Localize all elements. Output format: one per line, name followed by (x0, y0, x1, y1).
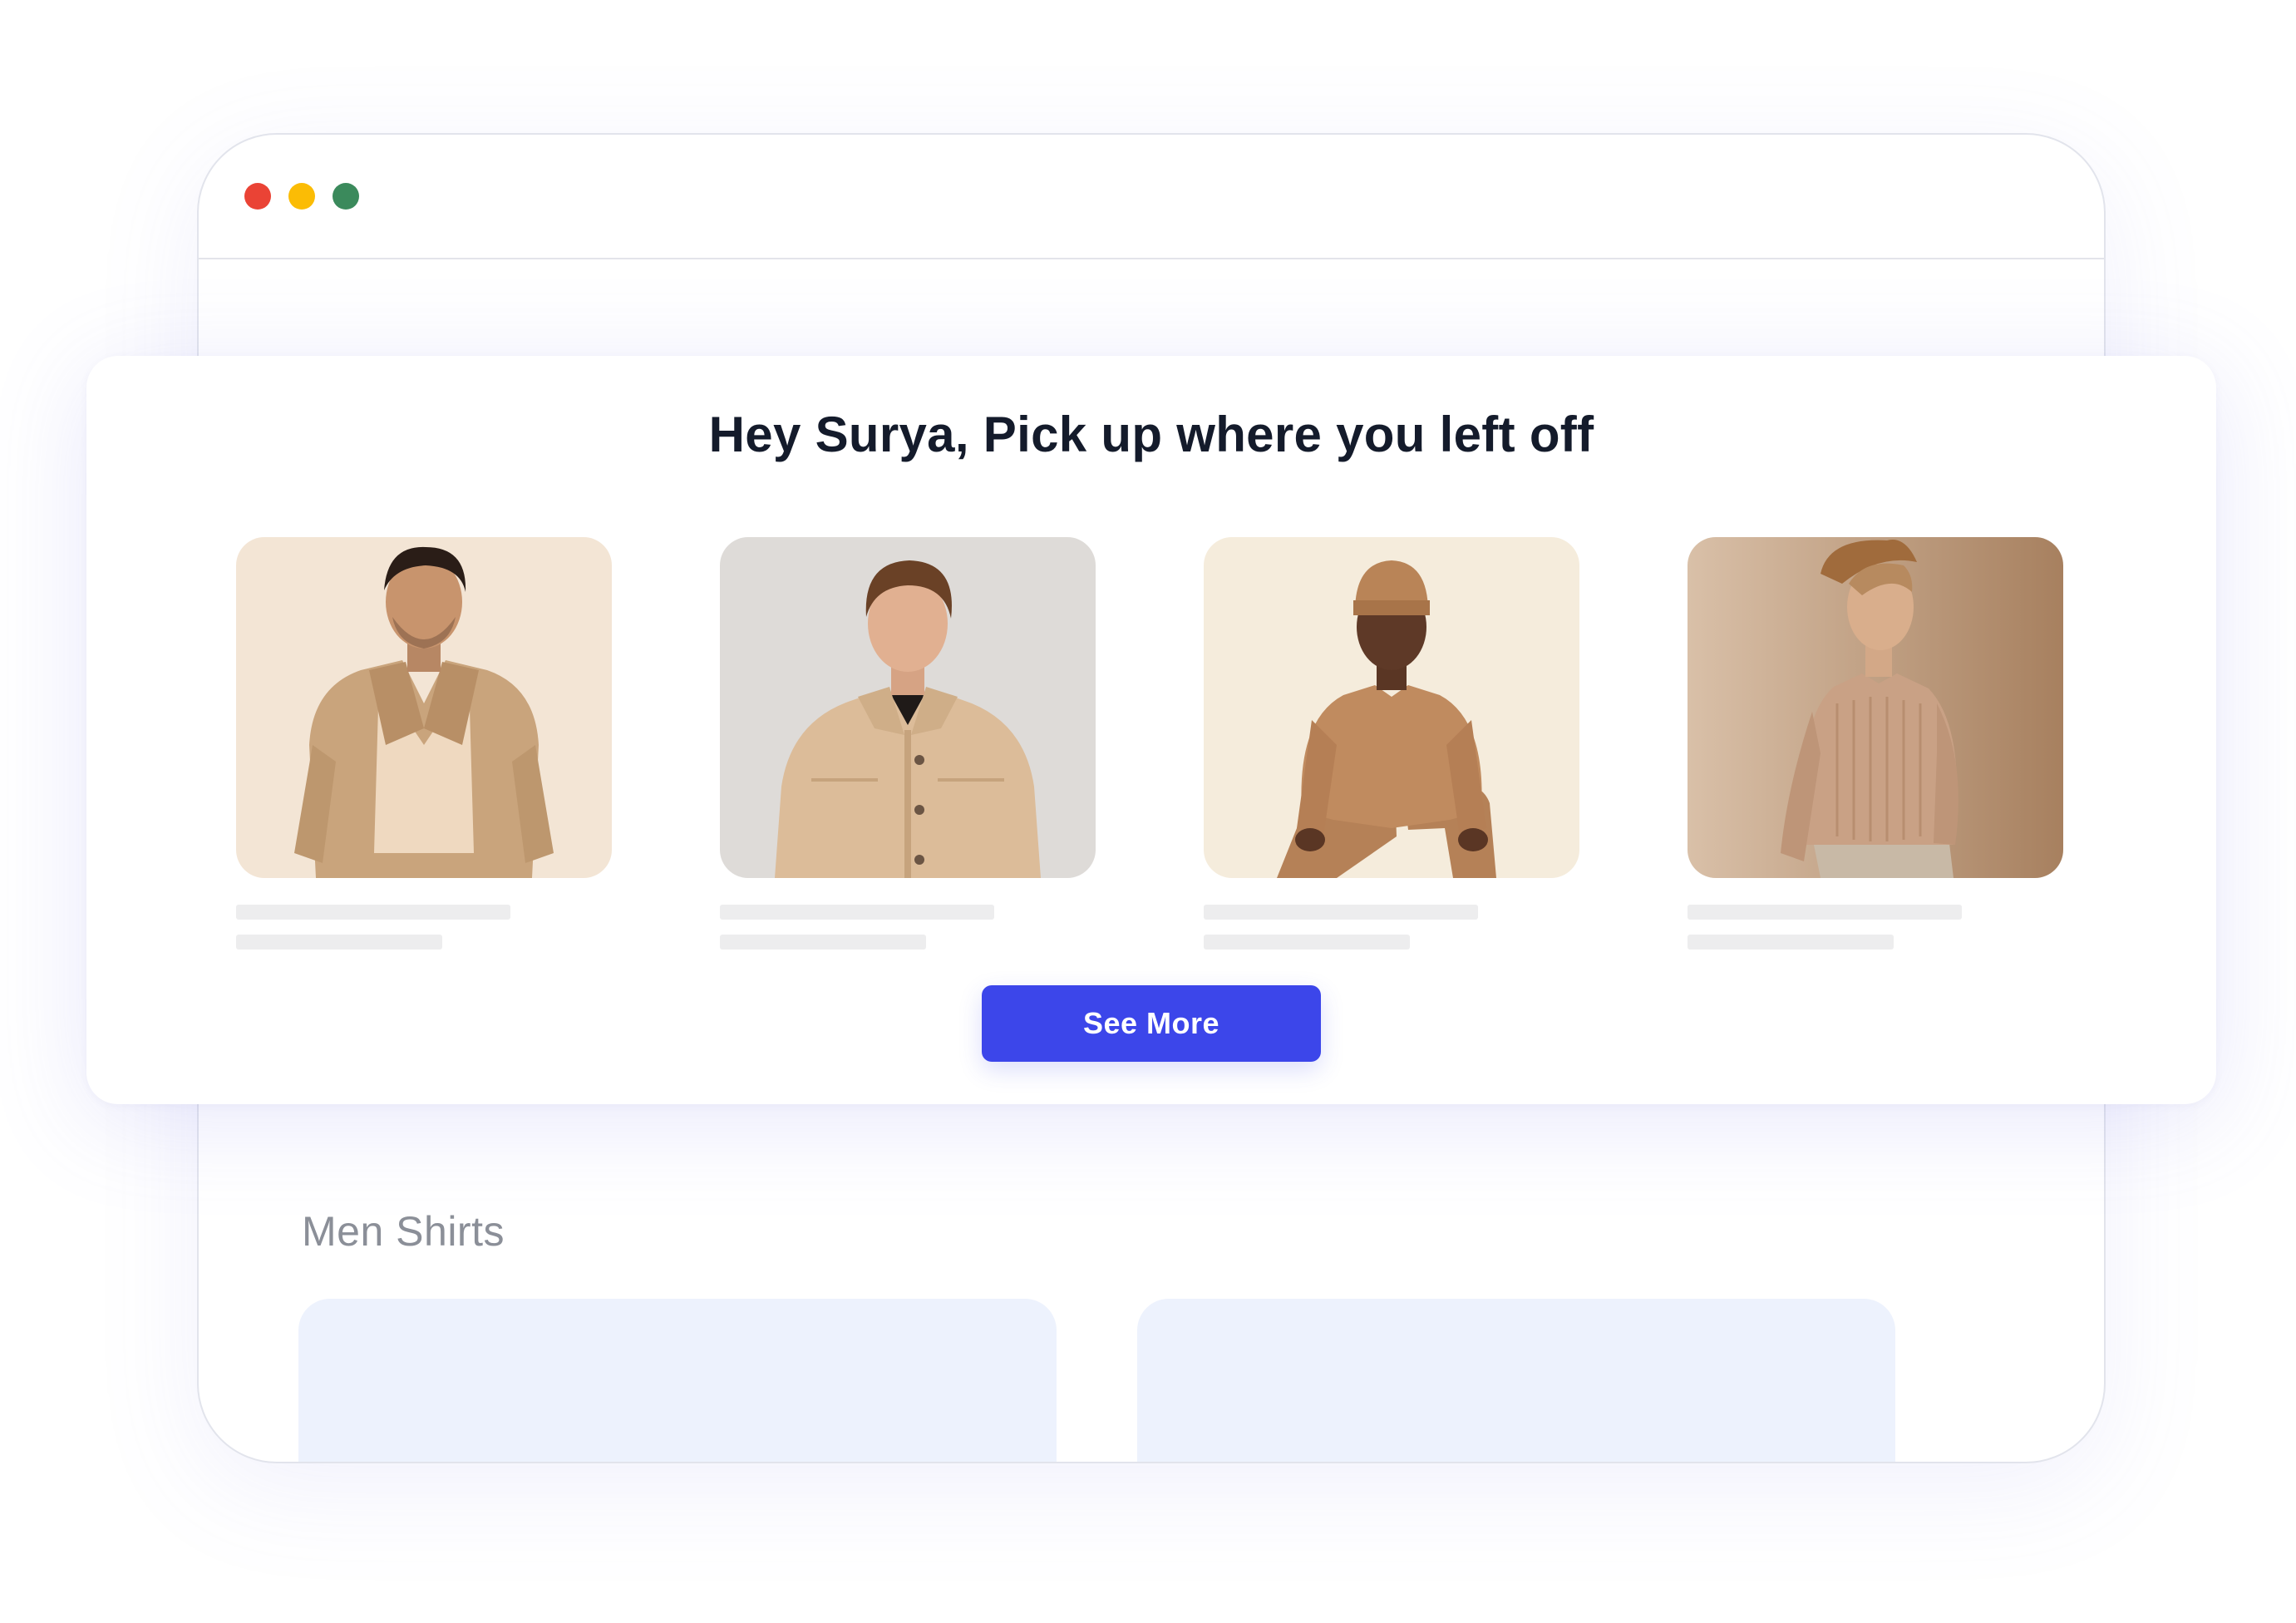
recommendations-heading: Hey Surya, Pick up where you left off (708, 407, 1594, 462)
product-title-placeholder (720, 905, 994, 920)
section-title: Men Shirts (302, 1208, 505, 1255)
product-title-placeholder (236, 905, 510, 920)
close-window-icon[interactable] (244, 183, 271, 210)
product-price-placeholder (1204, 935, 1410, 950)
maximize-window-icon[interactable] (333, 183, 359, 210)
window-titlebar (199, 135, 2104, 259)
product-card-placeholder[interactable] (1137, 1299, 1895, 1462)
product-price-placeholder (1688, 935, 1894, 950)
product-card-placeholder[interactable] (298, 1299, 1057, 1462)
product-image-knit-sweater-with-hat[interactable] (1688, 537, 2063, 878)
stage: Men Shirts Hey Surya, Pick up where you … (0, 0, 2296, 1623)
product-image-tan-sweater-crouching[interactable] (1204, 537, 1579, 878)
product-price-placeholder (236, 935, 442, 950)
recommendations-panel: Hey Surya, Pick up where you left off Se… (86, 356, 2216, 1104)
minimize-window-icon[interactable] (288, 183, 315, 210)
product-image-beige-shirt-jacket[interactable] (720, 537, 1096, 878)
product-card[interactable] (236, 537, 612, 950)
product-card[interactable] (1204, 537, 1579, 950)
product-title-placeholder (1688, 905, 1962, 920)
product-title-placeholder (1204, 905, 1478, 920)
product-card[interactable] (1688, 537, 2063, 950)
product-price-placeholder (720, 935, 926, 950)
see-more-button[interactable]: See More (982, 985, 1321, 1062)
product-card[interactable] (720, 537, 1096, 950)
product-image-beige-blazer[interactable] (236, 537, 612, 878)
